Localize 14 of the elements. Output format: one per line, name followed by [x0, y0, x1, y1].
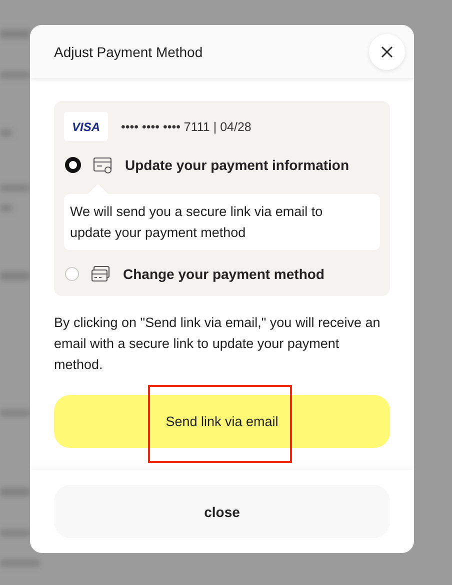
close-button[interactable]: close — [54, 485, 390, 538]
card-icon — [93, 156, 113, 174]
option-description: We will send you a secure link via email to update your payment method — [64, 194, 380, 250]
close-button[interactable] — [369, 34, 405, 70]
option-label: Change your payment method — [123, 266, 324, 282]
radio-button[interactable] — [65, 157, 81, 173]
send-link-button[interactable]: Send link via email — [54, 395, 390, 448]
card-number: •••• •••• •••• 7111 | 04/28 — [121, 120, 252, 134]
close-icon — [381, 46, 393, 58]
cards-icon — [91, 265, 111, 283]
dialog-title: Adjust Payment Method — [54, 44, 203, 60]
notice-text: By clicking on "Send link via email," you will receive an email with a secure link to update your payment method. — [54, 314, 382, 374]
option-label: Update your payment information — [125, 157, 350, 173]
card-brand-logo: VISA — [64, 112, 108, 141]
